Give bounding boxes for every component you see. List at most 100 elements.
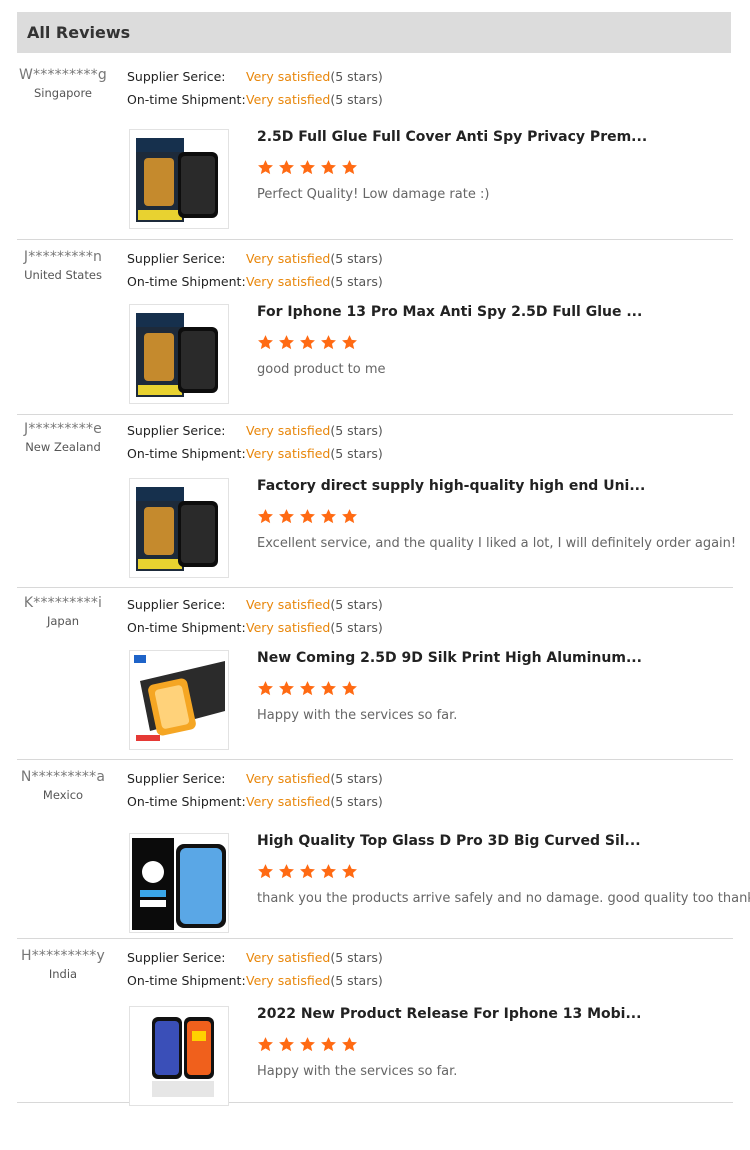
satisfaction-text: Very satisfied bbox=[246, 446, 331, 461]
reviewer-country: United States bbox=[24, 268, 102, 282]
product-thumbnail[interactable] bbox=[129, 1006, 229, 1106]
product-title-link[interactable]: For Iphone 13 Pro Max Anti Spy 2.5D Full… bbox=[257, 304, 642, 320]
star-icon bbox=[279, 1037, 294, 1052]
star-icon bbox=[258, 864, 273, 879]
star-count-text: (5 stars) bbox=[330, 92, 383, 107]
star-count-text: (5 stars) bbox=[330, 446, 383, 461]
reviewer-name: W*********g bbox=[19, 67, 107, 83]
supplier-rating-value: Very satisfied(5 stars) bbox=[246, 950, 383, 965]
star-icon bbox=[300, 509, 315, 524]
supplier-rating-value: Very satisfied(5 stars) bbox=[246, 423, 383, 438]
shipment-rating-value: Very satisfied(5 stars) bbox=[246, 620, 383, 635]
star-icon bbox=[321, 335, 336, 350]
review-star-rating bbox=[257, 159, 358, 177]
shipment-rating-label: On-time Shipment: bbox=[127, 274, 246, 289]
reviewer-name: K*********i bbox=[23, 595, 103, 611]
satisfaction-text: Very satisfied bbox=[246, 69, 331, 84]
supplier-rating-label: Supplier Serice: bbox=[127, 771, 226, 786]
shipment-rating-value: Very satisfied(5 stars) bbox=[246, 973, 383, 988]
satisfaction-text: Very satisfied bbox=[246, 620, 331, 635]
supplier-rating-value: Very satisfied(5 stars) bbox=[246, 597, 383, 612]
reviewer-country: India bbox=[48, 967, 78, 981]
shipment-rating-label: On-time Shipment: bbox=[127, 973, 246, 988]
satisfaction-text: Very satisfied bbox=[246, 973, 331, 988]
shipment-rating-label: On-time Shipment: bbox=[127, 92, 246, 107]
satisfaction-text: Very satisfied bbox=[246, 423, 331, 438]
star-icon bbox=[279, 160, 294, 175]
product-title-link[interactable]: New Coming 2.5D 9D Silk Print High Alumi… bbox=[257, 650, 642, 666]
satisfaction-text: Very satisfied bbox=[246, 771, 331, 786]
supplier-rating-value: Very satisfied(5 stars) bbox=[246, 771, 383, 786]
star-icon bbox=[342, 1037, 357, 1052]
product-title-link[interactable]: 2.5D Full Glue Full Cover Anti Spy Priva… bbox=[257, 129, 647, 145]
star-count-text: (5 stars) bbox=[330, 950, 383, 965]
review-star-rating bbox=[257, 334, 358, 352]
product-thumbnail[interactable] bbox=[129, 478, 229, 578]
satisfaction-text: Very satisfied bbox=[246, 251, 331, 266]
reviewer-name: J*********e bbox=[24, 421, 102, 437]
review-item: H*********y India Supplier Serice: Very sat… bbox=[17, 948, 733, 1106]
product-thumbnail[interactable] bbox=[129, 833, 229, 933]
supplier-rating-value: Very satisfied(5 stars) bbox=[246, 251, 383, 266]
star-count-text: (5 stars) bbox=[330, 771, 383, 786]
star-count-text: (5 stars) bbox=[330, 597, 383, 612]
shipment-rating-value: Very satisfied(5 stars) bbox=[246, 274, 383, 289]
supplier-rating-label: Supplier Serice: bbox=[127, 251, 226, 266]
reviewer-country: Japan bbox=[46, 614, 80, 628]
star-icon bbox=[321, 1037, 336, 1052]
product-title-link[interactable]: High Quality Top Glass D Pro 3D Big Curv… bbox=[257, 833, 641, 849]
shipment-rating-label: On-time Shipment: bbox=[127, 620, 246, 635]
product-thumbnail[interactable] bbox=[129, 650, 229, 750]
review-comment: thank you the products arrive safely and… bbox=[257, 891, 750, 906]
star-icon bbox=[321, 681, 336, 696]
reviews-header: All Reviews bbox=[17, 12, 731, 53]
review-item: J*********n United States Supplier Serice:… bbox=[17, 249, 733, 415]
review-item: N*********a Mexico Supplier Serice: Very sa… bbox=[17, 769, 750, 939]
reviewer-country: Singapore bbox=[33, 86, 93, 100]
reviewer-name: J*********n bbox=[23, 249, 103, 265]
satisfaction-text: Very satisfied bbox=[246, 597, 331, 612]
satisfaction-text: Very satisfied bbox=[246, 794, 331, 809]
star-icon bbox=[342, 509, 357, 524]
star-icon bbox=[342, 864, 357, 879]
star-icon bbox=[300, 864, 315, 879]
product-thumbnail[interactable] bbox=[129, 304, 229, 404]
product-title-link[interactable]: Factory direct supply high-quality high … bbox=[257, 478, 645, 494]
product-thumbnail[interactable] bbox=[129, 129, 229, 229]
star-icon bbox=[258, 335, 273, 350]
star-count-text: (5 stars) bbox=[330, 973, 383, 988]
reviewer-country: Mexico bbox=[42, 788, 84, 802]
satisfaction-text: Very satisfied bbox=[246, 92, 331, 107]
star-count-text: (5 stars) bbox=[330, 274, 383, 289]
satisfaction-text: Very satisfied bbox=[246, 950, 331, 965]
shipment-rating-label: On-time Shipment: bbox=[127, 446, 246, 461]
star-icon bbox=[300, 335, 315, 350]
star-icon bbox=[258, 509, 273, 524]
star-icon bbox=[258, 1037, 273, 1052]
shipment-rating-label: On-time Shipment: bbox=[127, 794, 246, 809]
star-icon bbox=[300, 160, 315, 175]
review-item: W*********g Singapore Supplier Serice: Very… bbox=[17, 67, 733, 240]
supplier-rating-label: Supplier Serice: bbox=[127, 597, 226, 612]
star-icon bbox=[321, 509, 336, 524]
star-icon bbox=[342, 335, 357, 350]
shipment-rating-value: Very satisfied(5 stars) bbox=[246, 446, 383, 461]
product-title-link[interactable]: 2022 New Product Release For Iphone 13 M… bbox=[257, 1006, 641, 1022]
review-star-rating bbox=[257, 863, 358, 881]
review-item: J*********e New Zealand Supplier Serice: Ve… bbox=[17, 421, 736, 588]
shipment-rating-value: Very satisfied(5 stars) bbox=[246, 92, 383, 107]
supplier-rating-label: Supplier Serice: bbox=[127, 423, 226, 438]
star-count-text: (5 stars) bbox=[330, 251, 383, 266]
review-star-rating bbox=[257, 508, 358, 526]
star-count-text: (5 stars) bbox=[330, 69, 383, 84]
star-icon bbox=[258, 160, 273, 175]
review-comment: Happy with the services so far. bbox=[257, 1064, 458, 1079]
star-count-text: (5 stars) bbox=[330, 620, 383, 635]
star-icon bbox=[342, 681, 357, 696]
star-count-text: (5 stars) bbox=[330, 423, 383, 438]
star-icon bbox=[300, 1037, 315, 1052]
star-icon bbox=[321, 864, 336, 879]
review-comment: Happy with the services so far. bbox=[257, 708, 458, 723]
star-icon bbox=[279, 864, 294, 879]
shipment-rating-value: Very satisfied(5 stars) bbox=[246, 794, 383, 809]
